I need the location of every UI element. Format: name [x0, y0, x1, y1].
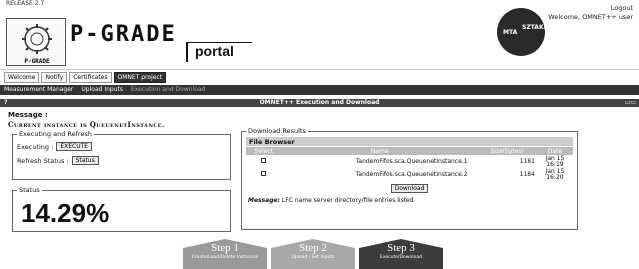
welcome-text: Welcome, OMNET++ user	[548, 13, 633, 21]
tab-omnet-project[interactable]: OMNET project	[113, 72, 167, 83]
download-button[interactable]: Download	[390, 184, 429, 193]
header: RELEASE 2.7 P-GRADE P-GRADE portal MTA S…	[0, 0, 639, 70]
help-icon[interactable]: ?	[4, 99, 7, 107]
step-1-button[interactable]: Step 1 Create/Load/Delete Instances	[183, 239, 267, 269]
brand-logo-text: P-GRADE	[70, 22, 177, 47]
execute-button[interactable]: EXECUTE	[56, 142, 93, 151]
col-date: Date	[536, 147, 573, 155]
col-select: Select	[246, 147, 282, 155]
file-name: TandemFifos.sca.QueuenetInstance.1	[355, 158, 468, 165]
file-size: 1181	[519, 158, 535, 165]
row-select-checkbox[interactable]	[261, 158, 267, 163]
message-block: Message : Current instance is QueuenetIn…	[8, 111, 165, 129]
file-browser-title: File Browser	[246, 137, 573, 146]
status-legend: Status	[19, 186, 40, 194]
lfc-message-label: Message:	[248, 197, 280, 204]
window-controls-icon[interactable]: ▭▭	[625, 99, 636, 107]
status-group: Status 14.29%	[12, 186, 231, 232]
step-3-button[interactable]: Step 3 Execute/Download	[359, 239, 443, 269]
subnav-upload-inputs[interactable]: Upload Inputs	[81, 85, 123, 95]
file-size: 1184	[519, 171, 535, 178]
file-date: Jan 15 16:19	[545, 154, 565, 168]
download-results-legend: Download Results	[248, 127, 306, 135]
file-table: Select Name Size(bytes) Date TandemFifos…	[246, 147, 573, 181]
refresh-status-label: Refresh Status :	[17, 156, 69, 165]
portal-label: portal	[195, 43, 234, 59]
row-select-checkbox[interactable]	[261, 171, 267, 176]
table-row: TandemFifos.sca.QueuenetInstance.1 1181 …	[246, 155, 573, 168]
message-label: Message :	[8, 111, 48, 119]
tab-welcome[interactable]: Welcome	[4, 72, 40, 83]
file-date: Jan 15 16:20	[545, 167, 565, 181]
message-value: Current instance is QueuenetInstance.	[8, 120, 165, 129]
executing-label: Executing :	[17, 142, 54, 151]
subnav-execution-download[interactable]: Execution and Download	[131, 85, 205, 95]
download-results-group: Download Results File Browser Select Nam…	[241, 127, 578, 230]
table-row: TandemFifos.sca.QueuenetInstance.2 1184 …	[246, 168, 573, 181]
subnav-measurement-manager[interactable]: Measurement Manager	[4, 85, 73, 95]
main-tabs: Welcome Notify Certificates OMNET projec…	[4, 72, 167, 84]
status-button[interactable]: Status	[71, 156, 99, 165]
tab-notify[interactable]: Notify	[41, 72, 68, 83]
file-name: TandemFifos.sca.QueuenetInstance.2	[355, 171, 468, 178]
col-size: Size(bytes)	[477, 147, 537, 155]
gear-logo-icon: P-GRADE	[22, 24, 52, 65]
panel-title: OMNET++ Execution and Download	[259, 99, 380, 106]
wizard-steps: Step 1 Create/Load/Delete Instances Step…	[183, 239, 443, 269]
sub-navigation: Measurement Manager Upload Inputs Execut…	[0, 85, 639, 95]
tab-certificates[interactable]: Certificates	[69, 72, 112, 83]
execute-refresh-legend: Executing and Refresh	[19, 130, 92, 138]
lfc-message-text: LFC name server directory/file entries l…	[281, 197, 414, 204]
lfc-message: Message: LFC name server directory/file …	[248, 197, 573, 204]
release-label: RELEASE 2.7	[6, 0, 45, 7]
mta-sztaki-logo: MTA SZTAKI	[497, 8, 546, 56]
svg-text:P-GRADE: P-GRADE	[24, 58, 50, 65]
panel-title-bar: ? OMNET++ Execution and Download ▭▭	[0, 99, 639, 107]
pgrade-emblem-logo: P-GRADE	[6, 18, 66, 66]
execute-refresh-group: Executing and Refresh Executing : EXECUT…	[12, 130, 231, 180]
portal-arrow-line	[186, 42, 188, 62]
status-percentage: 14.29%	[21, 198, 110, 228]
col-name: Name	[281, 147, 478, 155]
step-2-button[interactable]: Step 2 Upload / Set Inputs	[271, 239, 355, 269]
user-area: Logout Welcome, OMNET++ user	[548, 4, 633, 22]
logout-link[interactable]: Logout	[548, 4, 633, 13]
